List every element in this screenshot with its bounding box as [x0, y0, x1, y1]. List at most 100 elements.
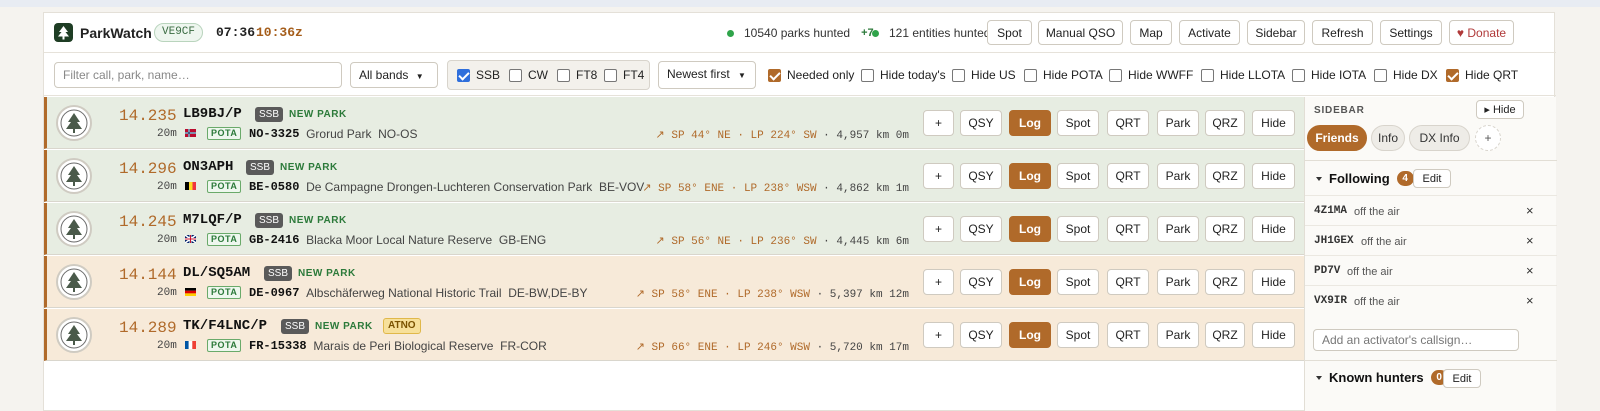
park-reference[interactable]: FR-15338 — [249, 339, 307, 353]
park-button[interactable]: Park — [1157, 322, 1199, 348]
mode-ft8-checkbox[interactable]: FT8 — [557, 68, 597, 82]
settings-button[interactable]: Settings — [1380, 20, 1442, 45]
map-button[interactable]: Map — [1130, 20, 1172, 45]
tab-info[interactable]: Info — [1371, 125, 1405, 151]
activate-button[interactable]: Activate — [1179, 20, 1240, 45]
remove-close-icon[interactable]: × — [1526, 293, 1534, 308]
spot-row[interactable]: 14.235 20m LB9BJ/P SSB NEW PARK POTA NO-3325 Gr… — [44, 97, 1304, 149]
sidebar-hide-button[interactable]: ▸ Hide — [1476, 100, 1524, 119]
qsy-button[interactable]: QSY — [960, 216, 1002, 242]
qsy-button[interactable]: QSY — [960, 322, 1002, 348]
tab-dx-info[interactable]: DX Info — [1409, 125, 1470, 151]
spot-callsign[interactable]: LB9BJ/P — [183, 106, 242, 122]
donate-button[interactable]: ♥ Donate — [1449, 20, 1514, 45]
qrz-button[interactable]: QRZ — [1205, 322, 1245, 348]
park-reference[interactable]: NO-3325 — [249, 127, 299, 141]
add-button[interactable]: + — [923, 163, 954, 189]
following-callsign[interactable]: 4Z1MA — [1314, 205, 1347, 217]
spot-button[interactable]: Spot — [1057, 163, 1099, 189]
spot-frequency[interactable]: 14.235 — [119, 107, 177, 125]
hide-wwff-checkbox[interactable]: Hide WWFF — [1109, 68, 1193, 82]
qsy-button[interactable]: QSY — [960, 163, 1002, 189]
spot-frequency[interactable]: 14.296 — [119, 160, 177, 178]
park-button[interactable]: Park — [1157, 110, 1199, 136]
hide-qrt-checkbox[interactable]: Hide QRT — [1446, 68, 1518, 82]
remove-close-icon[interactable]: × — [1526, 263, 1534, 278]
park-reference[interactable]: BE-0580 — [249, 180, 299, 194]
qsy-button[interactable]: QSY — [960, 269, 1002, 295]
spot-callsign[interactable]: ON3APH — [183, 159, 233, 175]
tab-friends[interactable]: Friends — [1307, 125, 1367, 151]
log-button[interactable]: Log — [1009, 216, 1051, 242]
hide-us-checkbox[interactable]: Hide US — [952, 68, 1016, 82]
add-activator-input[interactable]: Add an activator's callsign… — [1313, 329, 1519, 351]
spot-row[interactable]: 14.144 20m DL/SQ5AM SSB NEW PARK POTA DE-0967 A… — [44, 256, 1304, 308]
sort-select[interactable]: Newest first ▼ — [658, 61, 756, 89]
qrz-button[interactable]: QRZ — [1205, 216, 1245, 242]
my-callsign-badge[interactable]: VE9CF — [154, 23, 204, 42]
hide-iota-checkbox[interactable]: Hide IOTA — [1292, 68, 1366, 82]
spot-button[interactable]: Spot — [987, 20, 1032, 45]
park-reference[interactable]: DE-0967 — [249, 286, 299, 300]
following-callsign[interactable]: JH1GEX — [1314, 235, 1354, 247]
hide-todays-checkbox[interactable]: Hide today's — [861, 68, 946, 82]
qrt-button[interactable]: QRT — [1107, 269, 1149, 295]
hide-button[interactable]: Hide — [1252, 216, 1295, 242]
spot-button[interactable]: Spot — [1057, 322, 1099, 348]
park-reference[interactable]: GB-2416 — [249, 233, 299, 247]
hide-button[interactable]: Hide — [1252, 269, 1295, 295]
hide-button[interactable]: Hide — [1252, 163, 1295, 189]
qrz-button[interactable]: QRZ — [1205, 110, 1245, 136]
hide-dx-checkbox[interactable]: Hide DX — [1374, 68, 1438, 82]
qrt-button[interactable]: QRT — [1107, 322, 1149, 348]
edit-hunters-button[interactable]: Edit — [1443, 369, 1481, 388]
following-item[interactable]: PD7V off the air × — [1305, 255, 1557, 285]
park-button[interactable]: Park — [1157, 163, 1199, 189]
following-item[interactable]: 4Z1MA off the air × — [1305, 195, 1557, 225]
add-button[interactable]: + — [923, 216, 954, 242]
qrt-button[interactable]: QRT — [1107, 163, 1149, 189]
sidebar-button[interactable]: Sidebar — [1247, 20, 1305, 45]
spot-row[interactable]: 14.296 20m ON3APH SSB NEW PARK POTA BE-0580 De … — [44, 150, 1304, 202]
mode-cw-checkbox[interactable]: CW — [509, 68, 548, 82]
hide-pota-checkbox[interactable]: Hide POTA — [1024, 68, 1103, 82]
spot-frequency[interactable]: 14.245 — [119, 213, 177, 231]
needed-only-checkbox[interactable]: Needed only — [768, 68, 854, 82]
spot-button[interactable]: Spot — [1057, 269, 1099, 295]
following-item[interactable]: VX9IR off the air × — [1305, 285, 1557, 315]
manual-qso-button[interactable]: Manual QSO — [1038, 20, 1123, 45]
log-button[interactable]: Log — [1009, 110, 1051, 136]
spot-row[interactable]: 14.245 20m M7LQF/P SSB NEW PARK POTA GB-2416 Bl… — [44, 203, 1304, 255]
band-select[interactable]: All bands ▼ — [350, 62, 438, 88]
spot-button[interactable]: Spot — [1057, 110, 1099, 136]
spot-frequency[interactable]: 14.144 — [119, 266, 177, 284]
following-callsign[interactable]: PD7V — [1314, 265, 1340, 277]
qrt-button[interactable]: QRT — [1107, 216, 1149, 242]
qrz-button[interactable]: QRZ — [1205, 163, 1245, 189]
hide-button[interactable]: Hide — [1252, 110, 1295, 136]
known-hunters-toggle[interactable]: Known hunters 0 — [1316, 370, 1448, 385]
mode-ft4-checkbox[interactable]: FT4 — [604, 68, 644, 82]
log-button[interactable]: Log — [1009, 163, 1051, 189]
add-tab-button[interactable]: + — [1475, 125, 1501, 151]
log-button[interactable]: Log — [1009, 269, 1051, 295]
hide-button[interactable]: Hide — [1252, 322, 1295, 348]
remove-close-icon[interactable]: × — [1526, 233, 1534, 248]
log-button[interactable]: Log — [1009, 322, 1051, 348]
qrt-button[interactable]: QRT — [1107, 110, 1149, 136]
add-button[interactable]: + — [923, 322, 954, 348]
mode-ssb-checkbox[interactable]: SSB — [457, 68, 500, 82]
remove-close-icon[interactable]: × — [1526, 203, 1534, 218]
spot-callsign[interactable]: DL/SQ5AM — [183, 265, 250, 281]
spot-row[interactable]: 14.289 20m TK/F4LNC/P SSB NEW PARK ATNO POTA FR… — [44, 309, 1304, 361]
add-button[interactable]: + — [923, 269, 954, 295]
spot-callsign[interactable]: M7LQF/P — [183, 212, 242, 228]
following-callsign[interactable]: VX9IR — [1314, 295, 1347, 307]
search-input[interactable]: Filter call, park, name… — [54, 62, 342, 88]
spot-frequency[interactable]: 14.289 — [119, 319, 177, 337]
following-toggle[interactable]: Following 4 — [1316, 171, 1414, 186]
following-item[interactable]: JH1GEX off the air × — [1305, 225, 1557, 255]
edit-following-button[interactable]: Edit — [1413, 169, 1451, 188]
spot-callsign[interactable]: TK/F4LNC/P — [183, 318, 267, 334]
park-button[interactable]: Park — [1157, 269, 1199, 295]
